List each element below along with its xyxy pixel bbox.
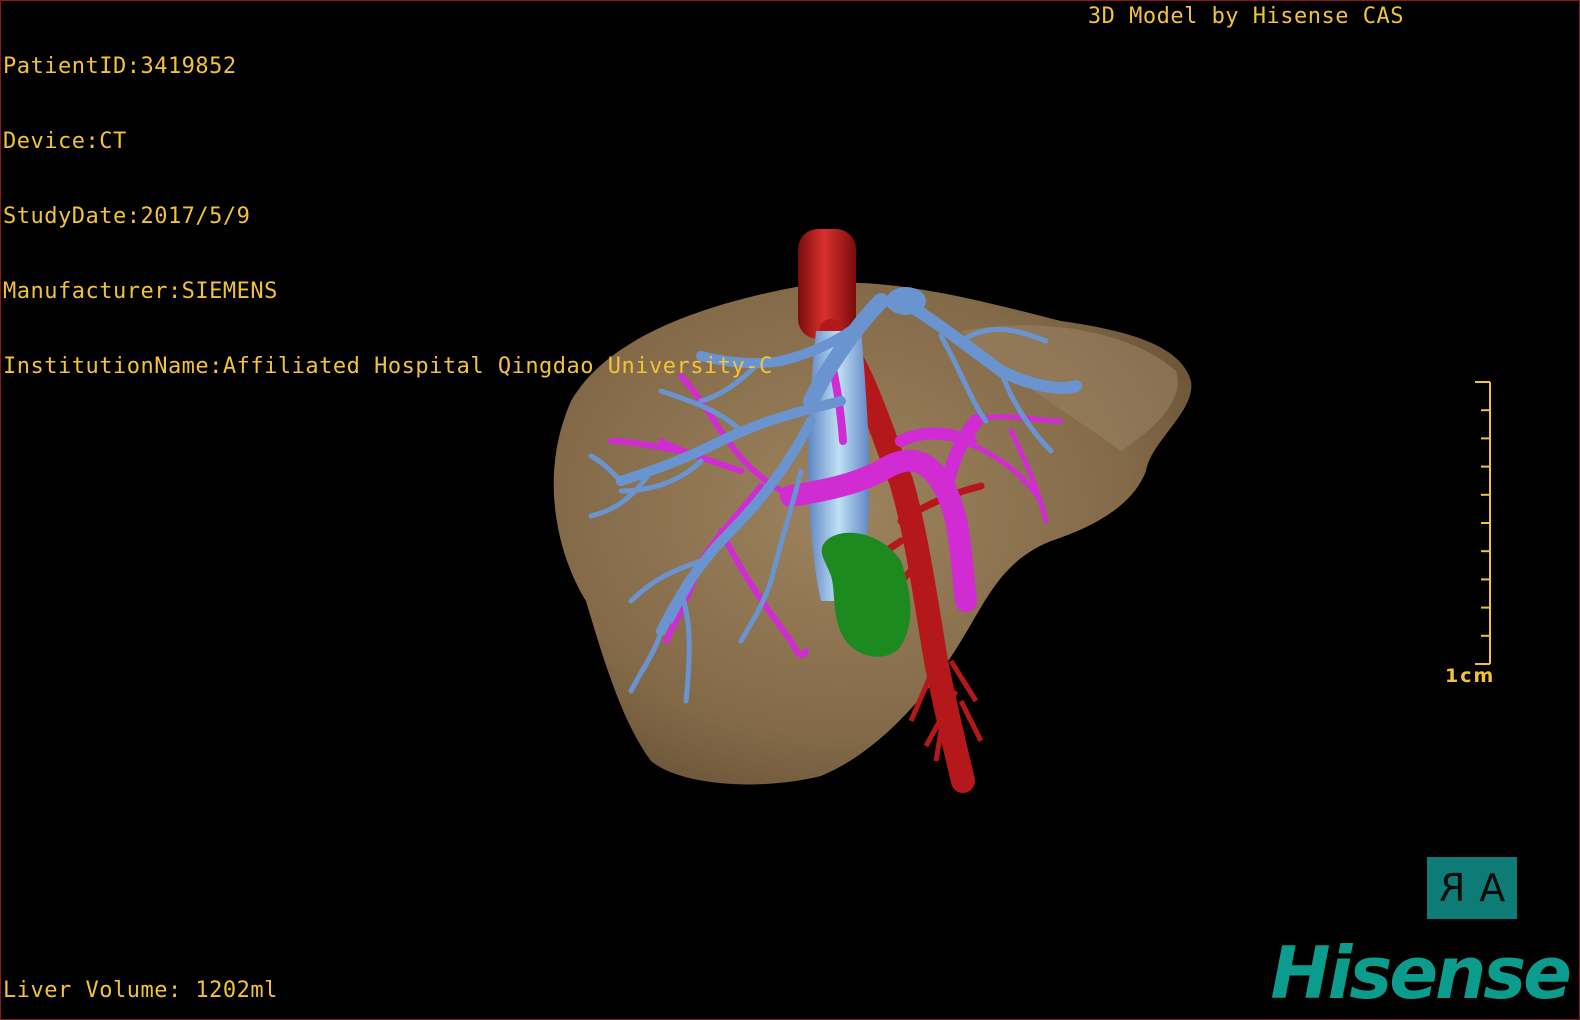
institution-text: InstitutionName:Affiliated Hospital Qing… [3,354,773,379]
scale-label: 1cm [1445,665,1496,687]
manufacturer-text: Manufacturer:SIEMENS [3,279,278,304]
orientation-right-letter: A [1479,866,1506,910]
scale-ticks [1475,381,1490,665]
scale-bar [1475,381,1491,665]
liver-volume-text: Liver Volume: 1202ml [3,978,278,1003]
orientation-marker[interactable]: R A [1427,857,1517,919]
study-date-text: StudyDate:2017/5/9 [3,204,251,229]
patient-id-text: PatientID:3419852 [3,54,237,79]
patient-info-overlay: PatientID:3419852 Device:CT StudyDate:20… [3,4,773,429]
model-credit-text: 3D Model by Hisense CAS [1087,4,1404,29]
orientation-left-letter: R [1438,866,1466,910]
device-text: Device:CT [3,129,127,154]
brand-logo: Hisense [1270,931,1572,1015]
3d-viewport[interactable]: PatientID:3419852 Device:CT StudyDate:20… [0,0,1580,1020]
